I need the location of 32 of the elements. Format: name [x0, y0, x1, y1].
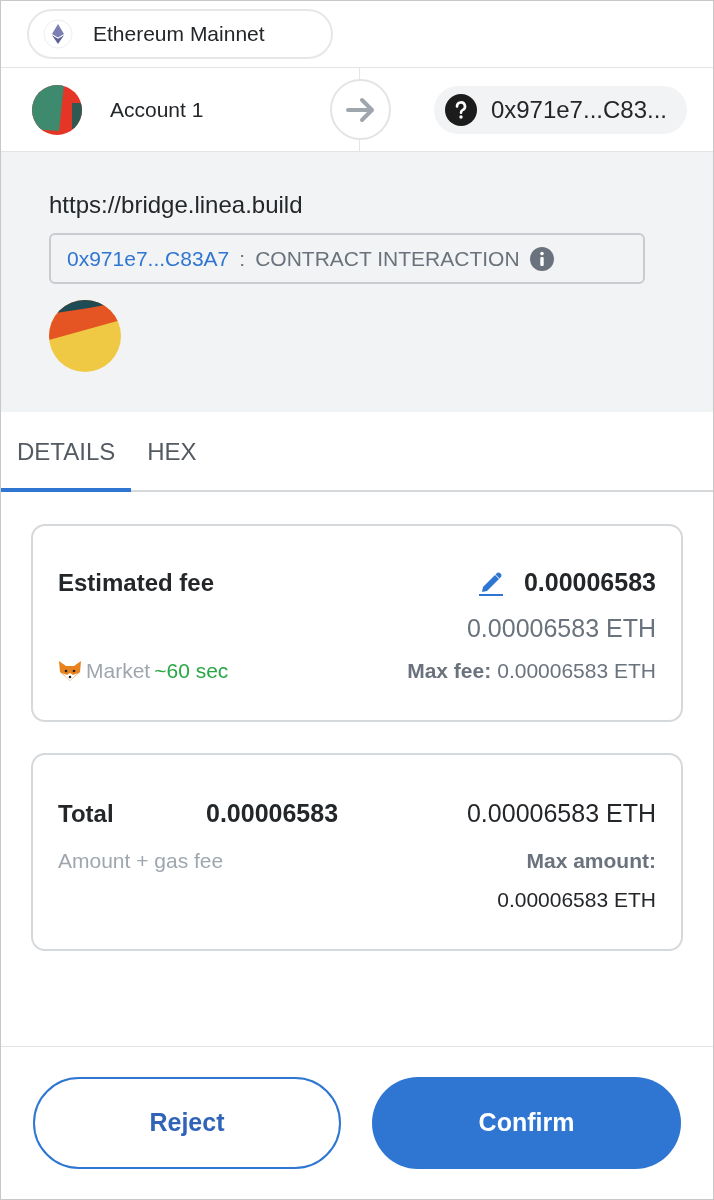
- total-label: Total: [58, 798, 115, 829]
- fee-amount: 0.00006583: [523, 567, 656, 598]
- reject-button[interactable]: Reject: [33, 1077, 341, 1169]
- fee-eth: 0.00006583 ETH: [466, 612, 656, 644]
- site-origin: https://bridge.linea.build: [49, 190, 303, 220]
- separator: :: [239, 245, 246, 272]
- ethereum-icon: [43, 19, 73, 49]
- total-eth: 0.00006583 ETH: [466, 798, 656, 829]
- recipient-address: 0x971e7...C83...: [490, 94, 667, 125]
- max-fee-label: Max fee:: [407, 658, 492, 684]
- account-avatar-icon: [32, 84, 82, 135]
- max-amount-label: Max amount:: [526, 847, 656, 874]
- network-name: Ethereum Mainnet: [93, 21, 265, 48]
- account-name: Account 1: [110, 96, 204, 123]
- fee-label: Estimated fee: [58, 567, 215, 598]
- method-name: CONTRACT INTERACTION: [255, 245, 520, 272]
- speed-label: Market: [86, 658, 151, 684]
- recipient-pill[interactable]: 0x971e7...C83...: [433, 85, 687, 134]
- max-amount-value: 0.00006583 ETH: [497, 887, 656, 913]
- contract-address-link[interactable]: 0x971e7...C83A7: [67, 242, 230, 275]
- info-icon[interactable]: [529, 246, 554, 271]
- network-selector[interactable]: Ethereum Mainnet: [27, 9, 333, 59]
- tab[interactable]: HEX: [131, 412, 213, 492]
- confirm-button[interactable]: Confirm: [372, 1077, 681, 1169]
- max-fee-value: 0.00006583 ETH: [497, 658, 656, 684]
- arrow-right-icon: [345, 96, 376, 123]
- question-icon: [444, 93, 477, 126]
- total-amount: 0.00006583: [206, 798, 339, 829]
- fox-icon: [58, 659, 82, 682]
- estimated-time: ~60 sec: [154, 658, 229, 684]
- total-hint: Amount + gas fee: [58, 847, 224, 874]
- tab[interactable]: DETAILS: [1, 412, 132, 492]
